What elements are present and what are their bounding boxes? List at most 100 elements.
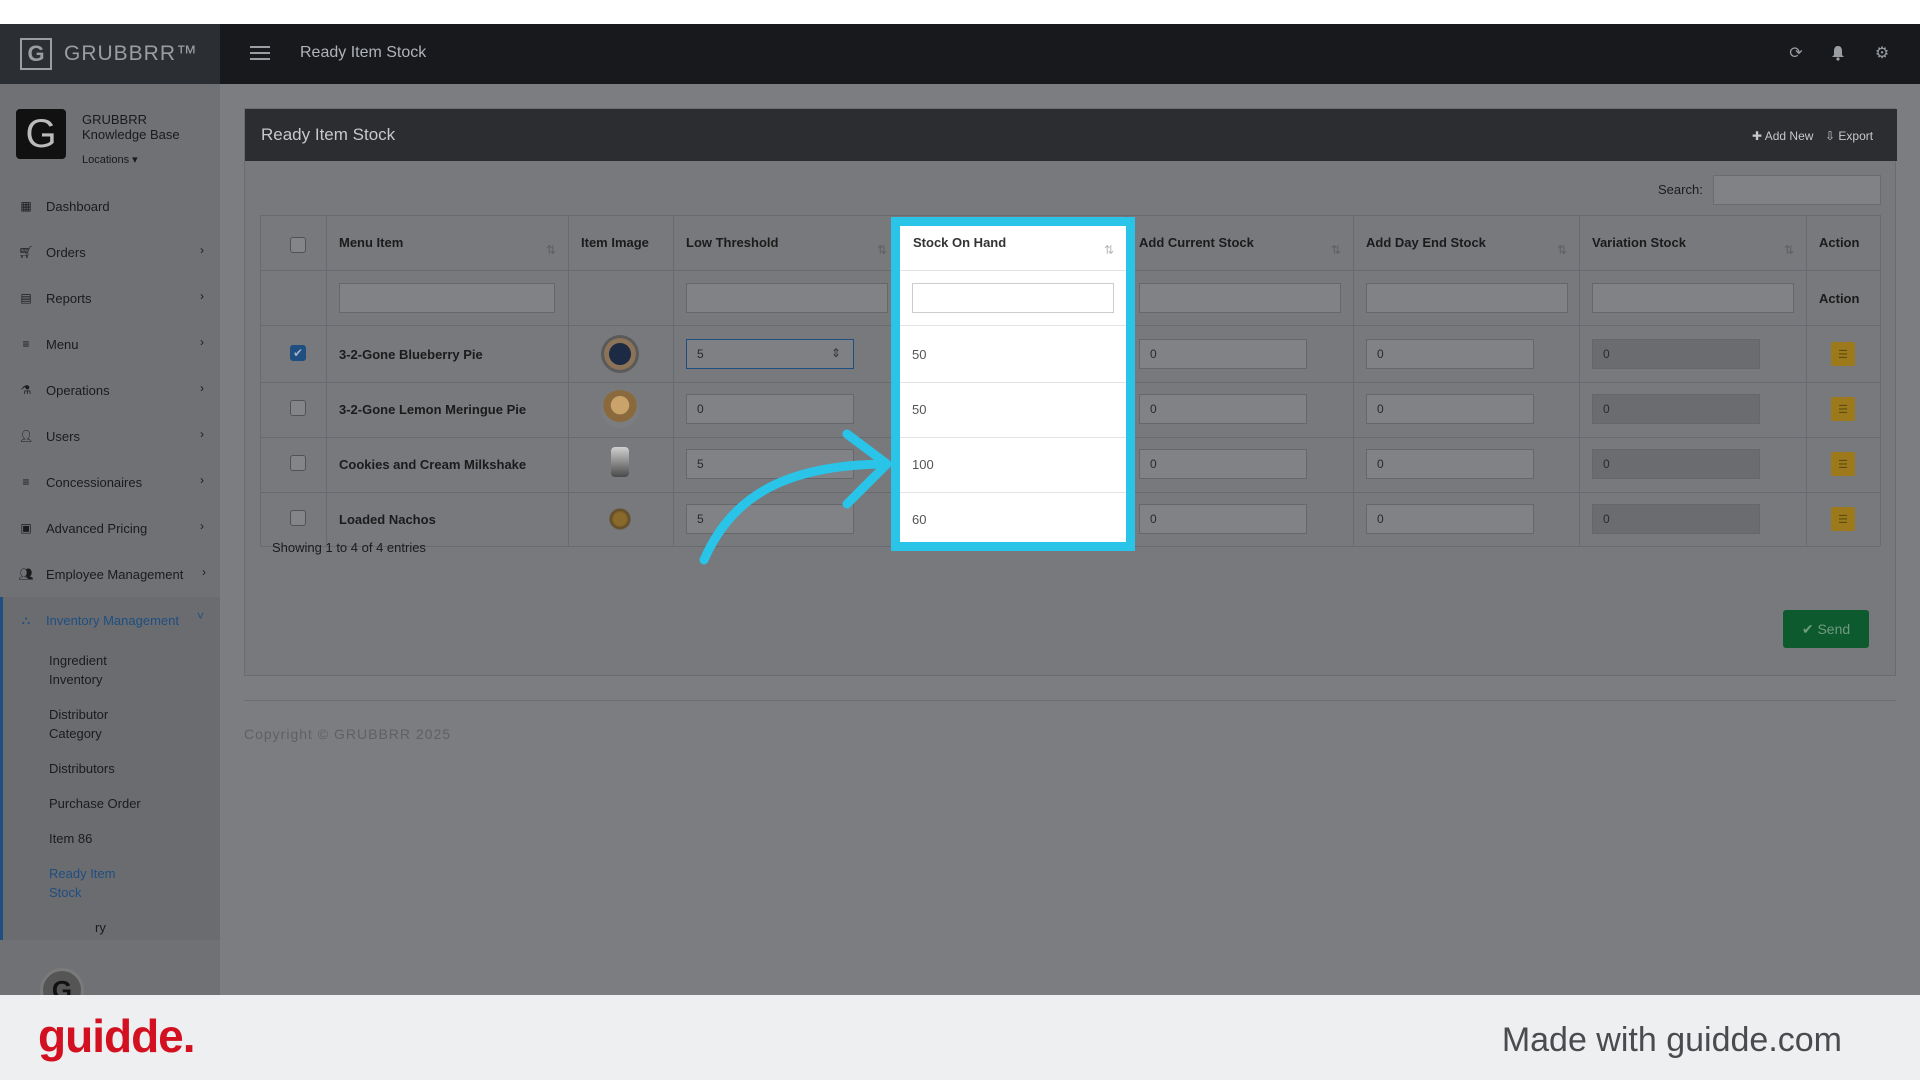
table-col-divider — [1579, 215, 1580, 546]
add-day-end-stock-input[interactable]: 0 — [1366, 449, 1534, 479]
sidebar: G GRUBBRR Knowledge Base Locations ▾ ▦ D… — [0, 84, 220, 995]
row-action-button[interactable]: ☰ — [1831, 342, 1855, 366]
sidebar-item-orders[interactable]: 🛒︎ Orders › — [0, 229, 220, 275]
add-current-stock-input[interactable]: 0 — [1139, 394, 1307, 424]
sidebar-item-employee-management[interactable]: 👥︎ Employee Management › — [0, 551, 220, 597]
stock-on-hand-value: 50 — [912, 347, 927, 362]
submenu-item-partial[interactable]: ry — [3, 910, 183, 940]
header-add-current-stock[interactable]: Add Current Stock — [1139, 235, 1254, 250]
add-day-end-stock-input[interactable]: 0 — [1366, 394, 1534, 424]
sidebar-item-operations[interactable]: ⚗ Operations › — [0, 367, 220, 413]
sidebar-item-label: Inventory Management — [46, 612, 179, 628]
profile-logo-icon: G — [16, 109, 66, 159]
row-checkbox[interactable] — [290, 510, 306, 526]
filter-add-current-stock-input[interactable] — [1139, 283, 1341, 313]
add-new-button[interactable]: ✚ Add New — [1752, 129, 1813, 143]
brand-name: GRUBBRR™ — [64, 42, 199, 65]
sort-icon[interactable]: ⇅ — [1784, 243, 1794, 257]
inventory-submenu: Ingredient Inventory Distributor Categor… — [0, 643, 220, 940]
filter-low-threshold-input[interactable] — [686, 283, 888, 313]
sidebar-nav: ▦ Dashboard 🛒︎ Orders › ▤ Reports › ≡ Me… — [0, 183, 220, 940]
guidde-logo: guidde. — [38, 1010, 196, 1062]
submenu-item-purchase-order[interactable]: Purchase Order — [3, 786, 183, 821]
table-info: Showing 1 to 4 of 4 entries — [272, 540, 426, 555]
file-icon: ▤ — [20, 291, 32, 305]
row-checkbox[interactable] — [290, 400, 306, 416]
filter-action-label: Action — [1819, 291, 1860, 306]
row-checkbox[interactable] — [290, 455, 306, 471]
guidde-footer-bar: guidde. Made with guidde.com — [0, 995, 1920, 1080]
sidebar-item-label: Employee Management — [46, 566, 184, 582]
chevron-right-icon: › — [200, 519, 204, 533]
row-menu-item: 3-2-Gone Lemon Meringue Pie — [339, 402, 527, 417]
item-thumbnail — [601, 390, 639, 428]
add-day-end-stock-input[interactable]: 0 — [1366, 504, 1534, 534]
add-current-stock-input[interactable]: 0 — [1139, 339, 1307, 369]
variation-stock-input: 0 — [1592, 504, 1760, 534]
row-action-button[interactable]: ☰ — [1831, 452, 1855, 476]
sidebar-item-dashboard[interactable]: ▦ Dashboard — [0, 183, 220, 229]
sidebar-item-label: Operations — [46, 382, 110, 398]
locations-dropdown[interactable]: Locations ▾ — [82, 153, 138, 166]
header-add-day-end-stock[interactable]: Add Day End Stock — [1366, 235, 1486, 250]
row-checkbox[interactable]: ✔ — [290, 345, 306, 361]
search-input[interactable] — [1713, 175, 1881, 205]
flask-icon: ⚗ — [20, 383, 32, 397]
row-action-button[interactable]: ☰ — [1831, 507, 1855, 531]
sidebar-item-menu[interactable]: ≡ Menu › — [0, 321, 220, 367]
sidebar-item-advanced-pricing[interactable]: ▣ Advanced Pricing › — [0, 505, 220, 551]
hamburger-menu-icon[interactable] — [250, 46, 270, 60]
add-current-stock-input[interactable]: 0 — [1139, 504, 1307, 534]
filter-variation-stock-input[interactable] — [1592, 283, 1794, 313]
table-col-divider — [260, 215, 261, 546]
filter-add-day-end-stock-input[interactable] — [1366, 283, 1568, 313]
list-icon: ≡ — [22, 337, 30, 351]
table-col-divider — [1880, 215, 1881, 546]
send-button[interactable]: ✔ Send — [1783, 610, 1869, 648]
header-item-image: Item Image — [581, 235, 649, 250]
sidebar-item-label: Dashboard — [46, 198, 110, 214]
header-menu-item[interactable]: Menu Item — [339, 235, 403, 250]
user-plus-icon: 👤︎ — [18, 429, 34, 443]
select-all-checkbox[interactable] — [290, 237, 306, 253]
header-low-threshold[interactable]: Low Threshold — [686, 235, 778, 250]
add-current-stock-input[interactable]: 0 — [1139, 449, 1307, 479]
sidebar-item-users[interactable]: 👤︎ Users › — [0, 413, 220, 459]
sort-icon[interactable]: ⇅ — [1104, 243, 1114, 257]
submenu-item-ready-item-stock[interactable]: Ready Item Stock — [3, 856, 123, 910]
bell-icon[interactable] — [1827, 42, 1849, 64]
export-button[interactable]: ⇩ Export — [1825, 129, 1873, 143]
add-day-end-stock-input[interactable]: 0 — [1366, 339, 1534, 369]
sort-icon[interactable]: ⇅ — [877, 243, 887, 257]
cart-icon: 🛒︎ — [18, 245, 34, 259]
sort-icon[interactable]: ⇅ — [546, 243, 556, 257]
variation-stock-input: 0 — [1592, 394, 1760, 424]
header-stock-on-hand[interactable]: Stock On Hand — [913, 235, 1006, 250]
gear-icon[interactable]: ⚙ — [1871, 42, 1893, 64]
submenu-item-distributor-category[interactable]: Distributor Category — [3, 697, 143, 751]
sidebar-item-label: Reports — [46, 290, 92, 306]
page-title: Ready Item Stock — [300, 44, 427, 61]
table-col-divider — [568, 215, 569, 546]
stock-on-hand-value: 100 — [912, 457, 934, 472]
submenu-item-ingredient-inventory[interactable]: Ingredient Inventory — [3, 643, 143, 697]
header-variation-stock[interactable]: Variation Stock — [1592, 235, 1686, 250]
sort-icon[interactable]: ⇅ — [1557, 243, 1567, 257]
money-icon: ▣ — [20, 521, 32, 535]
submenu-item-distributors[interactable]: Distributors — [3, 751, 183, 786]
row-action-button[interactable]: ☰ — [1831, 397, 1855, 421]
submenu-item-item-86[interactable]: Item 86 — [3, 821, 183, 856]
low-threshold-input[interactable]: 5 — [686, 339, 854, 369]
stock-on-hand-highlight — [891, 217, 1135, 551]
row-menu-item: Cookies and Cream Milkshake — [339, 457, 527, 472]
search-label: Search: — [1658, 182, 1703, 197]
sidebar-item-reports[interactable]: ▤ Reports › — [0, 275, 220, 321]
refresh-icon[interactable]: ⟳ — [1785, 42, 1807, 64]
filter-stock-on-hand-input[interactable] — [912, 283, 1114, 313]
sort-icon[interactable]: ⇅ — [1331, 243, 1341, 257]
sidebar-item-inventory-management[interactable]: ⛬ Inventory Management ˅ — [0, 597, 220, 643]
stepper-icon[interactable]: ⇕ — [831, 346, 841, 360]
brand[interactable]: G GRUBBRR™ — [0, 24, 220, 84]
filter-menu-item-input[interactable] — [339, 283, 555, 313]
sidebar-item-concessionaires[interactable]: ≡ Concessionaires › — [0, 459, 220, 505]
